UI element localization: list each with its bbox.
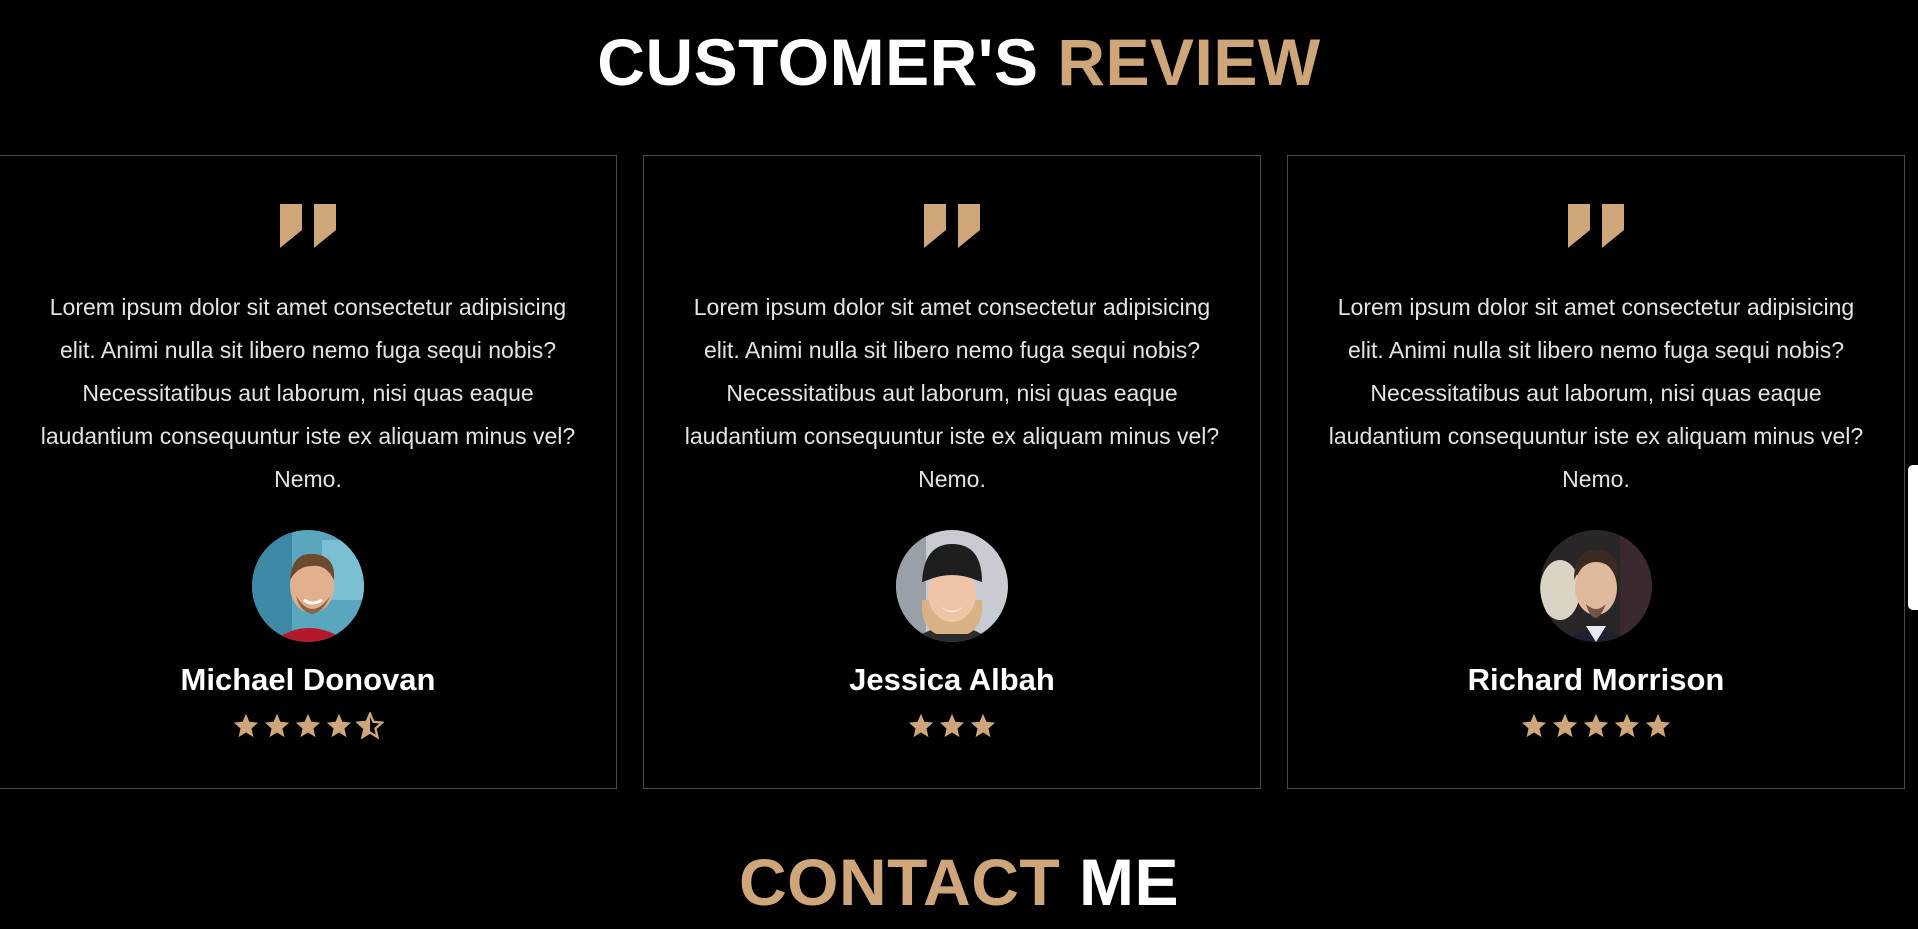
review-card: Lorem ipsum dolor sit amet consectetur a… xyxy=(0,155,617,789)
review-card: Lorem ipsum dolor sit amet consectetur a… xyxy=(643,155,1261,789)
star-icon xyxy=(264,713,290,738)
reviewer-name: Michael Donovan xyxy=(180,662,436,697)
star-rating xyxy=(644,712,1260,740)
star-icon xyxy=(1645,713,1671,738)
heading-part-customers: CUSTOMER'S xyxy=(597,25,1039,99)
star-icon xyxy=(1552,713,1578,738)
star-icon xyxy=(326,713,352,738)
star-icon xyxy=(233,713,259,738)
quote-icon xyxy=(924,204,980,248)
review-text: Lorem ipsum dolor sit amet consectetur a… xyxy=(40,294,576,492)
quote-icon xyxy=(280,204,336,248)
review-text: Lorem ipsum dolor sit amet consectetur a… xyxy=(1328,294,1864,492)
page: CUSTOMER'S REVIEW Lorem ipsum dolor sit … xyxy=(0,0,1918,929)
star-icon xyxy=(1521,713,1547,738)
heading-part-contact: CONTACT xyxy=(738,845,1061,919)
heading-part-me: ME xyxy=(1079,845,1180,919)
avatar xyxy=(1540,530,1652,642)
star-half-icon xyxy=(356,712,384,740)
quote-icon xyxy=(1568,204,1624,248)
star-icon xyxy=(1614,713,1640,738)
review-card: Lorem ipsum dolor sit amet consectetur a… xyxy=(1287,155,1905,789)
reviewer-name: Jessica Albah xyxy=(849,662,1055,697)
reviewer-name: Richard Morrison xyxy=(1467,662,1725,697)
star-icon xyxy=(908,713,934,738)
section-heading-contact: CONTACT ME xyxy=(0,849,1918,915)
avatar xyxy=(896,530,1008,642)
star-icon xyxy=(295,713,321,738)
scrollbar-thumb[interactable] xyxy=(1908,465,1918,610)
star-icon xyxy=(970,713,996,738)
star-icon xyxy=(1583,713,1609,738)
star-rating xyxy=(0,712,616,740)
section-heading-review: CUSTOMER'S REVIEW xyxy=(0,29,1918,95)
star-icon xyxy=(939,713,965,738)
star-rating xyxy=(1288,712,1904,740)
review-text: Lorem ipsum dolor sit amet consectetur a… xyxy=(684,294,1220,492)
heading-part-review: REVIEW xyxy=(1057,25,1321,99)
avatar xyxy=(252,530,364,642)
